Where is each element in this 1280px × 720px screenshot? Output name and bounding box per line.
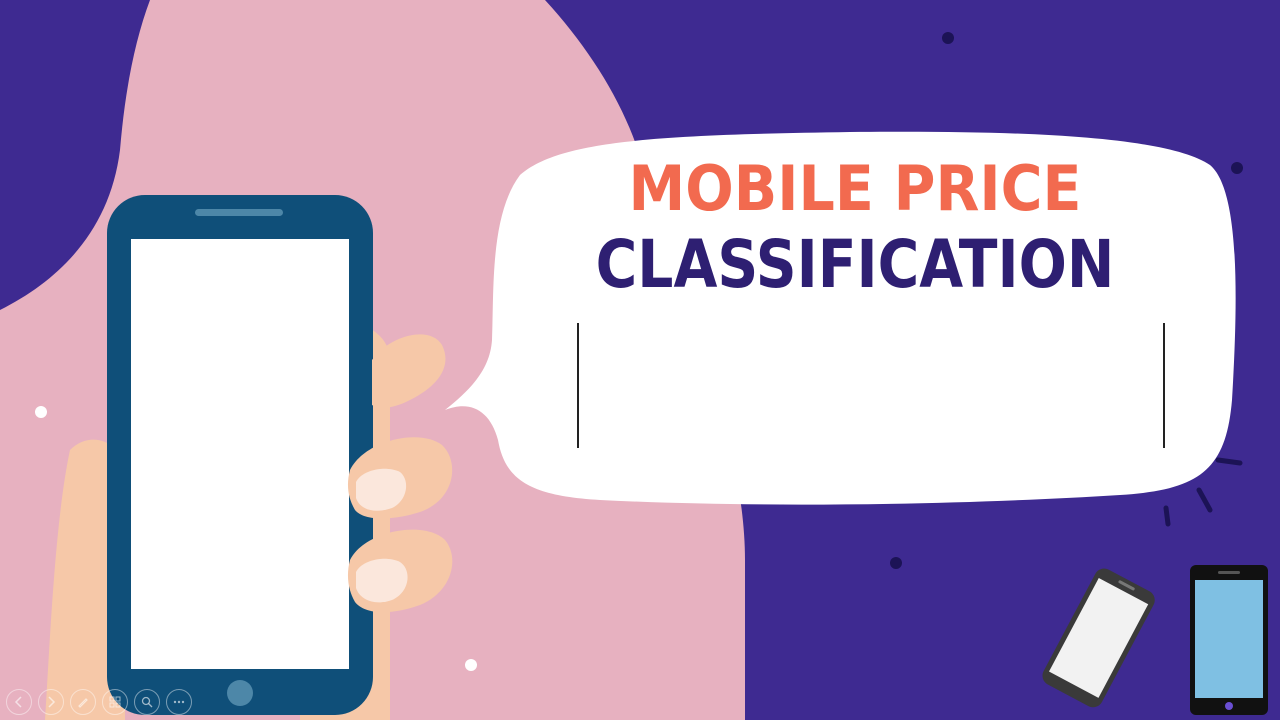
decor-dash (1215, 457, 1243, 466)
slide-artwork (0, 0, 1268, 720)
arrow-left-icon (14, 696, 22, 708)
more-icon (173, 700, 185, 704)
grid-icon (109, 696, 121, 708)
title-line-mobile-price: MOBILE PRICE (628, 152, 1082, 225)
pen-icon (78, 698, 88, 708)
decor-dot (890, 557, 902, 569)
slide-title: MOBILE PRICE CLASSIFICATION (510, 158, 1200, 298)
see-all-slides-button[interactable] (102, 689, 128, 715)
next-slide-button[interactable] (38, 689, 64, 715)
arrow-right-icon (48, 696, 56, 708)
decor-dash (1163, 505, 1171, 527)
decor-dash (1196, 487, 1213, 513)
pen-tool-button[interactable] (70, 689, 96, 715)
slideshow-toolbar (6, 688, 192, 716)
small-phone-tilted (1042, 568, 1155, 708)
previous-slide-button[interactable] (6, 689, 32, 715)
slide-canvas: MOBILE PRICE CLASSIFICATION (0, 0, 1280, 720)
decor-dot (942, 32, 954, 44)
large-phone-screen (131, 239, 349, 669)
large-phone-home-button (227, 680, 253, 706)
large-phone-speaker (195, 209, 283, 216)
more-options-button[interactable] (166, 689, 192, 715)
zoom-button[interactable] (134, 689, 160, 715)
decor-dot (35, 406, 47, 418)
decor-dot (1231, 162, 1243, 174)
magnifier-icon (141, 696, 153, 708)
title-line-classification: CLASSIFICATION (595, 226, 1115, 303)
decor-dot (465, 659, 477, 671)
small-phone-upright (1190, 565, 1268, 715)
